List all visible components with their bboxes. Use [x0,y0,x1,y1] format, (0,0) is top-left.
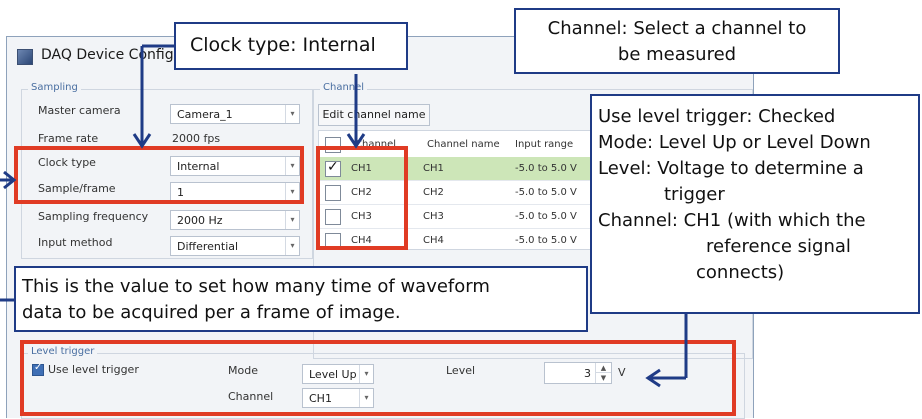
input-method-select[interactable]: Differential ▾ [170,236,300,256]
chevron-down-icon: ▾ [285,105,299,123]
master-camera-value: Camera_1 [177,108,233,121]
level-trigger-callout-line: Use level trigger: Checked [598,106,836,127]
channel-name-cell: CH1 [423,163,444,174]
input-method-value: Differential [177,240,239,253]
sample-frame-callout: This is the value to set how many time o… [14,266,588,332]
level-trigger-callout-line: trigger [664,184,725,205]
channel-name-cell: CH3 [423,211,444,222]
sampling-legend: Sampling [28,82,81,93]
app-icon [17,49,33,65]
header-input-range: Input range [515,139,574,150]
sampling-frequency-select[interactable]: 2000 Hz ▾ [170,210,300,230]
input-range-cell: -5.0 to 5.0 V [515,187,577,198]
input-range-cell: -5.0 to 5.0 V [515,235,577,246]
level-trigger-callout-line: reference signal [706,236,851,257]
channel-callout: Channel: Select a channel to be measured [514,8,840,74]
clock-sample-highlight [14,146,304,204]
channel-legend: Channel [320,82,368,93]
channel-name-cell: CH2 [423,187,444,198]
input-range-cell: -5.0 to 5.0 V [515,211,577,222]
input-method-label: Input method [38,236,113,249]
master-camera-label: Master camera [38,104,121,117]
level-trigger-callout-line: connects) [696,262,785,283]
clock-type-callout-text: Clock type: Internal [190,34,376,56]
input-range-cell: -5.0 to 5.0 V [515,163,577,174]
sample-frame-callout-line: This is the value to set how many time o… [22,276,490,297]
level-trigger-highlight [20,340,736,416]
header-channel-name: Channel name [427,139,500,150]
sampling-frequency-label: Sampling frequency [38,210,149,223]
level-trigger-callout-line: Channel: CH1 (with which the [598,210,866,231]
sample-frame-callout-line: data to be acquired per a frame of image… [22,302,401,323]
chevron-down-icon: ▾ [285,211,299,229]
chevron-down-icon: ▾ [285,237,299,255]
frame-rate-value: 2000 fps [172,132,221,145]
master-camera-select[interactable]: Camera_1 ▾ [170,104,300,124]
frame-rate-label: Frame rate [38,132,99,145]
level-trigger-callout-line: Level: Voltage to determine a [598,158,864,179]
channel-callout-line: Channel: Select a channel to [547,18,807,39]
channel-checkbox-highlight [316,146,408,250]
sampling-frequency-value: 2000 Hz [177,214,223,227]
level-trigger-callout: Use level trigger: Checked Mode: Level U… [590,94,920,314]
clock-type-callout: Clock type: Internal [174,22,408,70]
edit-channel-name-button[interactable]: Edit channel name [318,104,430,126]
level-trigger-callout-line: Mode: Level Up or Level Down [598,132,871,153]
window-title: DAQ Device Config [41,47,174,63]
channel-name-cell: CH4 [423,235,444,246]
channel-callout-line: be measured [617,44,737,65]
